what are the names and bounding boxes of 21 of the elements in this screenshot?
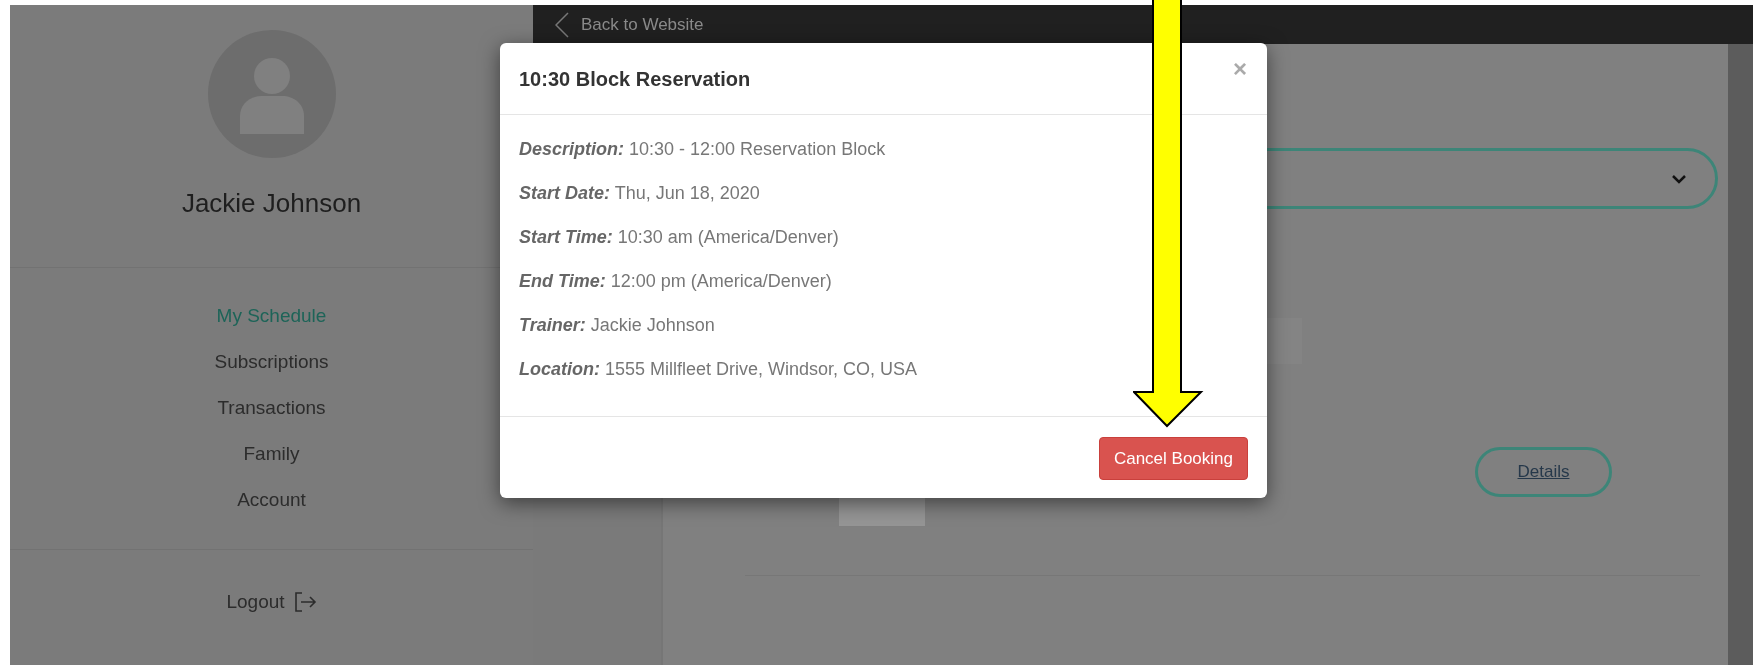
back-chevron-icon xyxy=(555,11,569,38)
nav-link[interactable]: Subscriptions xyxy=(214,339,329,385)
detail-line: Location: 1555 Millfleet Drive, Windsor, CO, USA xyxy=(519,358,919,381)
logout-link[interactable]: Logout xyxy=(226,588,317,617)
user-name: Jackie Johnson xyxy=(181,188,362,218)
scrollbar[interactable] xyxy=(1728,44,1753,665)
detail-line: End Time: 12:00 pm (America/Denver) xyxy=(519,270,833,293)
logout-icon xyxy=(294,592,317,613)
details-button[interactable]: Details xyxy=(1475,447,1612,497)
close-button[interactable]: × xyxy=(1233,57,1247,81)
modal-title: 10:30 Block Reservation xyxy=(519,66,751,91)
detail-line: Description: 10:30 - 12:00 Reservation Block xyxy=(519,138,887,161)
detail-line: Start Date: Thu, Jun 18, 2020 xyxy=(519,182,761,205)
nav-link[interactable]: Account xyxy=(237,477,306,523)
back-link[interactable]: Back to Website xyxy=(581,11,704,38)
detail-line: Trainer: Jackie Johnson xyxy=(519,314,716,337)
detail-line: Start Time: 10:30 am (America/Denver) xyxy=(519,226,840,249)
chevron-down-icon xyxy=(1671,173,1687,184)
nav-link[interactable]: Transactions xyxy=(217,385,326,431)
nav-link[interactable]: Family xyxy=(243,431,300,477)
cancel-booking-button[interactable]: Cancel Booking xyxy=(1098,437,1248,480)
